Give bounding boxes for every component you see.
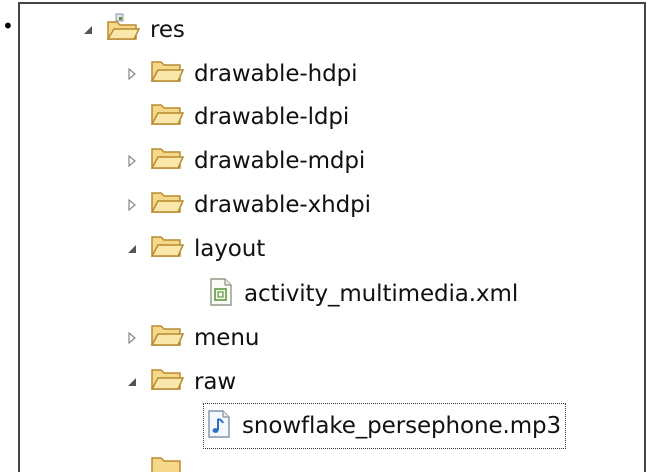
tree-node-label: drawable-mdpi bbox=[194, 148, 366, 174]
tree-node-label: raw bbox=[194, 369, 237, 395]
folder-icon bbox=[150, 234, 185, 264]
tree-node-label: menu bbox=[194, 325, 260, 351]
collapsed-arrow-icon[interactable] bbox=[124, 153, 140, 169]
tree-node-cutoff bbox=[124, 450, 184, 472]
tree-node-raw[interactable]: raw bbox=[124, 362, 236, 402]
folder-icon bbox=[150, 367, 185, 397]
collapsed-arrow-icon[interactable] bbox=[124, 66, 140, 82]
xml-file-icon bbox=[208, 277, 234, 311]
tree-node-activity-multimedia-xml[interactable]: activity_multimedia.xml bbox=[208, 274, 518, 314]
tree-node-label: activity_multimedia.xml bbox=[244, 281, 519, 307]
tree-node-layout[interactable]: layout bbox=[124, 229, 265, 269]
tree-node-snowflake-persephone-mp3[interactable]: snowflake_persephone.mp3 bbox=[202, 403, 567, 449]
folder-icon bbox=[150, 102, 185, 132]
folder-icon bbox=[150, 455, 184, 472]
toggle-placeholder bbox=[124, 462, 140, 472]
list-bullet: • bbox=[2, 14, 14, 38]
tree-node-label: drawable-xhdpi bbox=[194, 192, 371, 218]
source-folder-icon bbox=[106, 13, 141, 47]
tree-node-label: layout bbox=[194, 236, 266, 262]
tree-node-menu[interactable]: menu bbox=[124, 318, 259, 358]
tree-node-drawable-mdpi[interactable]: drawable-mdpi bbox=[124, 141, 365, 181]
tree-node-drawable-hdpi[interactable]: drawable-hdpi bbox=[124, 54, 357, 94]
folder-icon bbox=[150, 59, 185, 89]
project-explorer-tree: res drawable-hdpi drawable-ldpi drawable… bbox=[18, 2, 646, 472]
expanded-arrow-icon[interactable] bbox=[80, 22, 96, 38]
folder-icon bbox=[150, 323, 185, 353]
folder-icon bbox=[150, 146, 185, 176]
expanded-arrow-icon[interactable] bbox=[124, 374, 140, 390]
tree-node-res[interactable]: res bbox=[80, 10, 185, 50]
expanded-arrow-icon[interactable] bbox=[124, 241, 140, 257]
audio-file-icon bbox=[206, 409, 232, 443]
collapsed-arrow-icon[interactable] bbox=[124, 197, 140, 213]
toggle-placeholder bbox=[124, 109, 140, 125]
folder-icon bbox=[150, 190, 185, 220]
tree-node-label: snowflake_persephone.mp3 bbox=[242, 413, 562, 439]
tree-node-label: drawable-ldpi bbox=[194, 104, 350, 130]
tree-node-drawable-ldpi[interactable]: drawable-ldpi bbox=[124, 97, 349, 137]
collapsed-arrow-icon[interactable] bbox=[124, 330, 140, 346]
tree-node-drawable-xhdpi[interactable]: drawable-xhdpi bbox=[124, 185, 371, 225]
tree-node-label: res bbox=[150, 17, 185, 43]
tree-node-label: drawable-hdpi bbox=[194, 61, 358, 87]
